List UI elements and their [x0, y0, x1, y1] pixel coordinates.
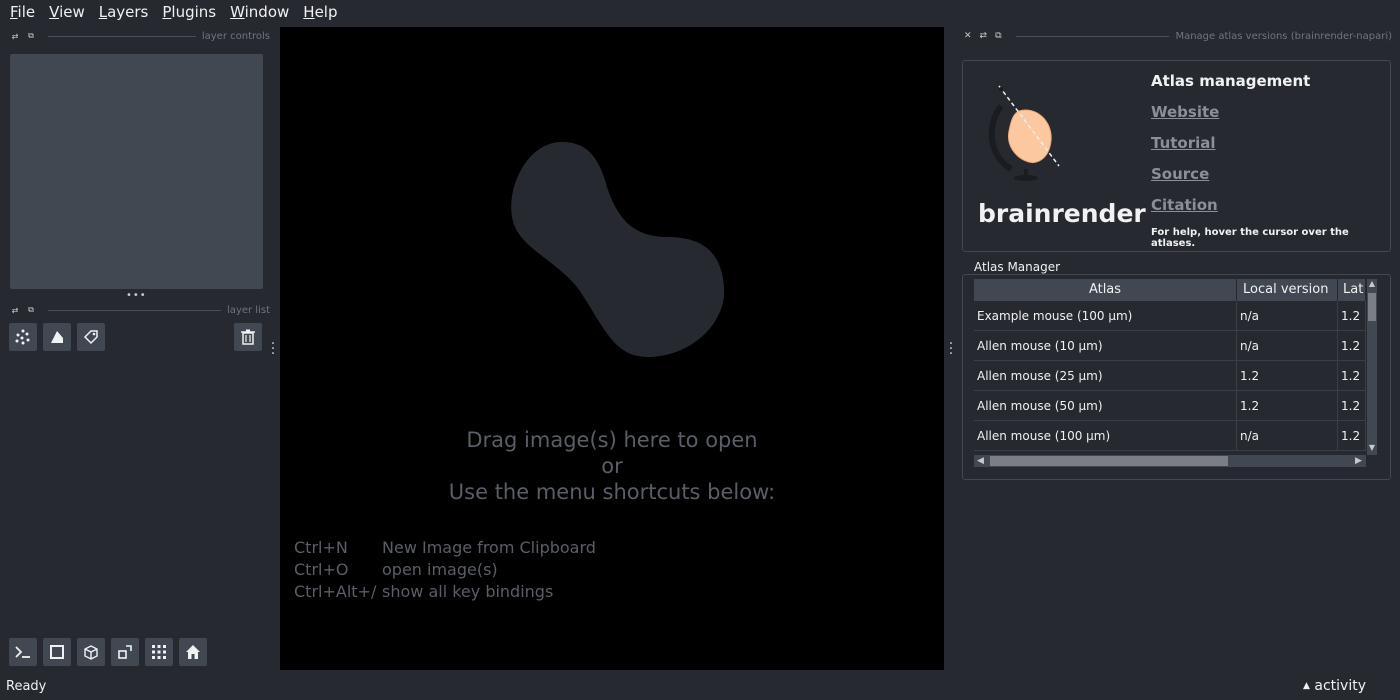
column-header-local-version[interactable]: Local version [1237, 279, 1338, 301]
viewer-canvas[interactable]: Drag image(s) here to open or Use the me… [280, 27, 944, 670]
shortcut-row: Ctrl+O open image(s) [294, 560, 498, 579]
atlas-dock-titlebar: ✕ ⇄ ⧉ Manage atlas versions (brainrender… [964, 29, 1392, 43]
welcome-line-2: or [601, 454, 623, 478]
menu-view[interactable]: View [42, 0, 92, 24]
shortcut-row: Ctrl+Alt+/show all key bindings [294, 582, 554, 601]
cube-icon [84, 645, 98, 660]
menu-layers[interactable]: Layers [92, 0, 156, 24]
brand-name: brainrender [978, 199, 1146, 228]
right-dock: ✕ ⇄ ⧉ Manage atlas versions (brainrender… [958, 27, 1400, 670]
layer-controls-title: layer controls [201, 30, 270, 42]
transpose-icon [118, 645, 132, 659]
undock-icon[interactable]: ⧉ [995, 31, 1001, 41]
shortcut-row: Ctrl+N New Image from Clipboard [294, 538, 596, 557]
welcome-line-3: Use the menu shortcuts below: [448, 480, 776, 504]
horizontal-scroll-thumb[interactable] [990, 456, 1228, 466]
roll-dimensions-button[interactable] [77, 638, 105, 666]
welcome-line-1: Drag image(s) here to open [466, 428, 758, 452]
close-dock-icon[interactable]: ⧉ [26, 31, 36, 41]
new-shapes-layer-button[interactable] [43, 323, 71, 351]
scroll-up-icon[interactable]: ▲ [1368, 279, 1376, 288]
status-bar: Ready ▲ activity [0, 674, 1400, 700]
points-icon [15, 329, 30, 345]
close-icon[interactable]: ✕ [964, 31, 972, 41]
table-row[interactable]: Example mouse (100 μm) n/a 1.2 [974, 301, 1366, 331]
trash-icon [241, 329, 255, 345]
grid-icon [152, 645, 166, 659]
table-row[interactable]: Allen mouse (25 μm) 1.2 1.2 [974, 361, 1366, 391]
splitter-handle-icon[interactable]: ••• [126, 290, 147, 301]
activity-button[interactable]: ▲ activity [1303, 678, 1366, 694]
atlas-manager-label: Atlas Manager [972, 260, 1063, 274]
napari-logo-blob-icon [511, 142, 725, 357]
shortcut-list: Ctrl+N New Image from Clipboard Ctrl+O ope… [294, 537, 596, 603]
left-dock: ⇄ ⧉ layer controls ••• ⇄ ⧉ layer list · ·… [0, 27, 280, 670]
scroll-right-icon[interactable]: ▶ [1355, 455, 1362, 467]
dock-resize-handle-icon[interactable]: · · · [270, 337, 276, 361]
table-row[interactable]: Allen mouse (100 μm) n/a 1.2 [974, 421, 1366, 451]
tutorial-link[interactable]: Tutorial [1151, 134, 1216, 152]
brainrender-globe-logo-icon [988, 85, 1060, 181]
table-horizontal-scrollbar[interactable]: ◀ ▶ [974, 455, 1366, 467]
square-icon [50, 645, 64, 659]
console-icon [15, 646, 30, 658]
table-row[interactable]: Allen mouse (50 μm) 1.2 1.2 [974, 391, 1366, 421]
menu-bar: File View Layers Plugins Window Help [0, 0, 1400, 24]
float-icon[interactable]: ⇄ [10, 306, 20, 315]
float-icon[interactable]: ⇄ [10, 32, 20, 41]
citation-link[interactable]: Citation [1151, 196, 1218, 214]
menu-file[interactable]: File [3, 0, 42, 24]
caret-up-icon: ▲ [1303, 681, 1310, 691]
column-header-latest-version[interactable]: Lat [1338, 279, 1366, 301]
transpose-button[interactable] [111, 638, 139, 666]
vertical-scroll-thumb[interactable] [1368, 293, 1376, 321]
shapes-icon [51, 331, 63, 343]
table-row[interactable]: Allen mouse (10 μm) n/a 1.2 [974, 331, 1366, 361]
header-title: Atlas management [1151, 72, 1311, 90]
layer-controls-titlebar: ⇄ ⧉ layer controls [10, 28, 270, 44]
close-dock-icon[interactable]: ⧉ [26, 305, 36, 315]
delete-layer-button[interactable] [234, 323, 262, 351]
home-button[interactable] [179, 638, 207, 666]
float-icon[interactable]: ⇄ [980, 31, 988, 41]
website-link[interactable]: Website [1151, 103, 1219, 121]
ndisplay-button[interactable] [43, 638, 71, 666]
menu-plugins[interactable]: Plugins [155, 0, 223, 24]
grid-view-button[interactable] [145, 638, 173, 666]
column-header-atlas[interactable]: Atlas [974, 279, 1237, 301]
new-labels-layer-button[interactable] [77, 323, 105, 351]
home-icon [186, 645, 200, 659]
menu-help[interactable]: Help [296, 0, 344, 24]
help-text: For help, hover the cursor over the atla… [1151, 227, 1349, 249]
layer-list-titlebar: ⇄ ⧉ layer list [10, 302, 270, 318]
right-dock-resize-handle-icon[interactable]: · · · [948, 337, 954, 361]
layer-list-title: layer list [227, 304, 270, 316]
table-header: Atlas Local version Lat [974, 279, 1366, 301]
label-tag-icon [83, 330, 98, 345]
atlas-table[interactable]: Atlas Local version Lat Example mouse (1… [974, 279, 1366, 455]
scroll-down-icon[interactable]: ▼ [1368, 443, 1376, 452]
status-text: Ready [6, 679, 47, 694]
source-link[interactable]: Source [1151, 165, 1209, 183]
layer-controls-area [10, 54, 263, 289]
new-points-layer-button[interactable] [9, 323, 37, 351]
atlas-dock-title: Manage atlas versions (brainrender-napar… [1175, 30, 1392, 42]
scroll-left-icon[interactable]: ◀ [977, 455, 984, 467]
table-vertical-scrollbar[interactable]: ▲ ▼ [1367, 279, 1377, 455]
menu-window[interactable]: Window [223, 0, 296, 24]
header-panel: brainrender Atlas management Website Tut… [962, 60, 1391, 252]
console-button[interactable] [9, 638, 37, 666]
